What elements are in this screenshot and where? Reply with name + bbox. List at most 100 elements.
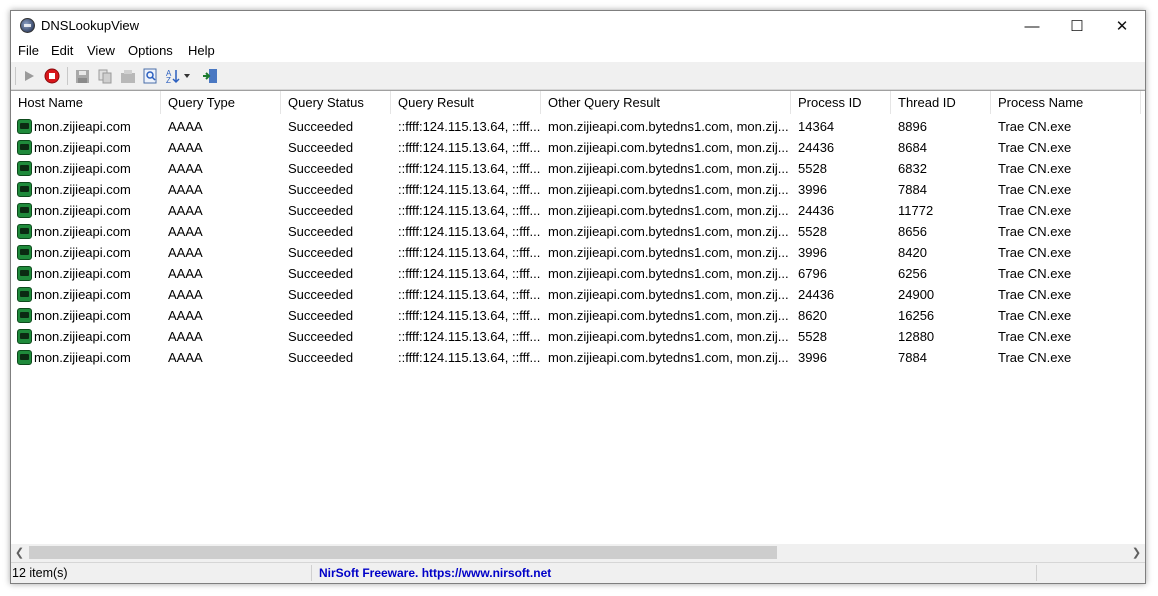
toolbar: AZ [11,62,1145,90]
menu-view[interactable]: View [87,43,115,58]
cell-query-type: AAAA [168,182,203,197]
status-item-count: 12 item(s) [12,566,68,580]
scroll-thumb[interactable] [29,546,777,559]
cell-query-status: Succeeded [288,161,354,176]
table-row[interactable]: mon.zijieapi.com AAAA Succeeded::ffff:124.… [11,137,1145,158]
find-icon[interactable] [142,67,160,85]
cell-process-id: 6796 [798,266,827,281]
column-header-query-type[interactable]: Query Type [161,91,281,114]
cell-process-id: 5528 [798,329,827,344]
copy-icon[interactable] [96,67,114,85]
cell-query-status: Succeeded [288,350,354,365]
cell-host-name: mon.zijieapi.com [34,350,131,365]
save-icon[interactable] [73,67,91,85]
table-row[interactable]: mon.zijieapi.com AAAA Succeeded::ffff:124.… [11,200,1145,221]
cell-host-name: mon.zijieapi.com [34,266,131,281]
exit-icon[interactable] [201,67,219,85]
cell-host-name: mon.zijieapi.com [34,224,131,239]
table-row[interactable]: mon.zijieapi.com AAAA Succeeded::ffff:124.… [11,221,1145,242]
cell-query-status: Succeeded [288,329,354,344]
menu-file[interactable]: File [18,43,39,58]
cell-query-result: ::ffff:124.115.13.64, ::fff... [398,203,541,218]
play-icon[interactable] [20,67,38,85]
menu-edit[interactable]: Edit [51,43,73,58]
cell-host-name: mon.zijieapi.com [34,119,131,134]
cell-query-result: ::ffff:124.115.13.64, ::fff... [398,287,541,302]
cell-other-query-result: mon.zijieapi.com.bytedns1.com, mon.zij..… [548,203,789,218]
cell-thread-id: 12880 [898,329,935,344]
cell-query-status: Succeeded [288,182,354,197]
cell-query-status: Succeeded [288,203,354,218]
cell-process-name: Trae CN.exe [998,350,1072,365]
results-list[interactable]: Host Name Query Type Query Status Query … [11,90,1145,545]
cell-host-name: mon.zijieapi.com [34,140,131,155]
cell-other-query-result: mon.zijieapi.com.bytedns1.com, mon.zij..… [548,266,789,281]
cell-host-name: mon.zijieapi.com [34,245,131,260]
cell-thread-id: 8896 [898,119,927,134]
table-row[interactable]: mon.zijieapi.com AAAA Succeeded::ffff:124.… [11,179,1145,200]
toolbar-separator [67,67,68,85]
status-divider [311,565,312,581]
scroll-left-icon[interactable]: ❮ [11,544,28,561]
column-header-process-name[interactable]: Process Name [991,91,1141,114]
table-row[interactable]: mon.zijieapi.com AAAA Succeeded::ffff:124.… [11,158,1145,179]
properties-icon[interactable] [119,67,137,85]
cell-query-type: AAAA [168,203,203,218]
window-title: DNSLookupView [41,18,140,33]
cell-process-id: 3996 [798,350,827,365]
status-nirsoft-link[interactable]: NirSoft Freeware. https://www.nirsoft.ne… [319,563,551,583]
table-row[interactable]: mon.zijieapi.com AAAA Succeeded::ffff:124.… [11,263,1145,284]
stop-icon[interactable] [43,67,61,85]
cell-process-id: 24436 [798,287,835,302]
cell-query-result: ::ffff:124.115.13.64, ::fff... [398,161,541,176]
close-button[interactable]: ✕ [1099,11,1145,41]
cell-query-result: ::ffff:124.115.13.64, ::fff... [398,140,541,155]
cell-thread-id: 24900 [898,287,935,302]
sort-icon[interactable]: AZ [165,67,193,85]
column-header-thread-id[interactable]: Thread ID [891,91,991,114]
table-row[interactable]: mon.zijieapi.com AAAA Succeeded::ffff:124.… [11,305,1145,326]
column-header-query-result[interactable]: Query Result [391,91,541,114]
cell-query-type: AAAA [168,161,203,176]
menu-options[interactable]: Options [128,43,173,58]
table-row[interactable]: mon.zijieapi.com AAAA Succeeded::ffff:124.… [11,116,1145,137]
menu-help[interactable]: Help [188,43,215,58]
cell-other-query-result: mon.zijieapi.com.bytedns1.com, mon.zij..… [548,182,789,197]
svg-text:Z: Z [166,76,171,84]
status-divider [1036,565,1037,581]
table-row[interactable]: mon.zijieapi.com AAAA Succeeded::ffff:124.… [11,242,1145,263]
maximize-button[interactable]: ☐ [1054,11,1100,41]
cell-query-result: ::ffff:124.115.13.64, ::fff... [398,224,541,239]
table-row[interactable]: mon.zijieapi.com AAAA Succeeded::ffff:124.… [11,347,1145,368]
scroll-right-icon[interactable]: ❯ [1128,544,1145,561]
cell-query-result: ::ffff:124.115.13.64, ::fff... [398,182,541,197]
cell-process-name: Trae CN.exe [998,140,1072,155]
cell-process-name: Trae CN.exe [998,182,1072,197]
table-row[interactable]: mon.zijieapi.com AAAA Succeeded::ffff:124.… [11,284,1145,305]
cell-query-result: ::ffff:124.115.13.64, ::fff... [398,308,541,323]
column-header-process-id[interactable]: Process ID [791,91,891,114]
cell-thread-id: 7884 [898,350,927,365]
minimize-button[interactable]: — [1009,11,1055,41]
cell-process-id: 3996 [798,245,827,260]
column-header-other-query-result[interactable]: Other Query Result [541,91,791,114]
cell-query-result: ::ffff:124.115.13.64, ::fff... [398,245,541,260]
cell-process-name: Trae CN.exe [998,203,1072,218]
cell-process-name: Trae CN.exe [998,287,1072,302]
table-row[interactable]: mon.zijieapi.com AAAA Succeeded::ffff:124.… [11,326,1145,347]
cell-query-status: Succeeded [288,224,354,239]
column-header-host-name[interactable]: Host Name [11,91,161,114]
horizontal-scrollbar[interactable]: ❮ ❯ [11,544,1145,561]
cell-query-type: AAAA [168,140,203,155]
title-bar[interactable]: DNSLookupView — ☐ ✕ [11,11,1145,41]
cell-process-name: Trae CN.exe [998,119,1072,134]
cell-other-query-result: mon.zijieapi.com.bytedns1.com, mon.zij..… [548,224,789,239]
cell-host-name: mon.zijieapi.com [34,308,131,323]
cell-host-name: mon.zijieapi.com [34,203,131,218]
cell-query-type: AAAA [168,329,203,344]
cell-thread-id: 8684 [898,140,927,155]
cell-other-query-result: mon.zijieapi.com.bytedns1.com, mon.zij..… [548,245,789,260]
cell-process-name: Trae CN.exe [998,308,1072,323]
column-header-query-status[interactable]: Query Status [281,91,391,114]
cell-host-name: mon.zijieapi.com [34,161,131,176]
